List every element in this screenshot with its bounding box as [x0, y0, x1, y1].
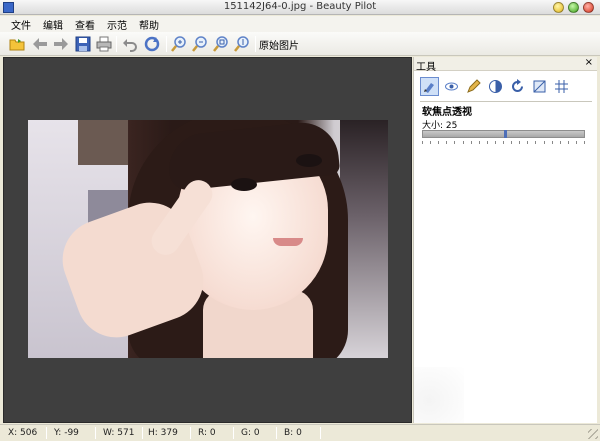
slider-tick [519, 141, 520, 144]
status-bar: X: 506 Y: -99 W: 571 H: 379 R: 0 G: 0 B:… [0, 424, 600, 441]
slider-tick [479, 141, 480, 144]
tool-buttons [420, 77, 574, 99]
eye-tool-icon[interactable] [442, 77, 461, 96]
tools-panel: 工具 × 软焦点透视 大小: 25 [413, 57, 597, 423]
zoom-in-icon[interactable] [170, 35, 188, 53]
slider-tick [495, 141, 496, 144]
blur-patch [414, 367, 464, 423]
status-b: B: 0 [284, 428, 302, 438]
resize-grip[interactable] [588, 429, 598, 439]
undo-icon[interactable] [121, 35, 139, 53]
rotate-tool-icon[interactable] [508, 77, 527, 96]
title-bar: 151142J64-0.jpg - Beauty Pilot [0, 0, 600, 15]
window-title: 151142J64-0.jpg - Beauty Pilot [223, 1, 377, 12]
slider-tick [568, 141, 569, 144]
menu-file[interactable]: 文件 [10, 17, 32, 32]
active-tool-name: 软焦点透视 [422, 107, 472, 118]
crop-tool-icon[interactable] [530, 77, 549, 96]
slider-tick [576, 141, 577, 144]
brush-tool-icon[interactable] [420, 77, 439, 96]
status-h: H: 379 [148, 428, 178, 438]
toolbar-separator [255, 36, 256, 52]
menu-view[interactable]: 查看 [74, 17, 96, 32]
grid-tool-icon[interactable] [552, 77, 571, 96]
redo-icon[interactable] [143, 35, 161, 53]
menu-demo[interactable]: 示范 [106, 17, 128, 32]
slider-tick [552, 141, 553, 144]
photo-image [28, 120, 388, 358]
menu-edit[interactable]: 编辑 [42, 17, 64, 32]
zoom-out-icon[interactable] [191, 35, 209, 53]
back-arrow-icon[interactable] [31, 35, 49, 53]
slider-tick [527, 141, 528, 144]
status-g: G: 0 [241, 428, 260, 438]
slider-tick [438, 141, 439, 144]
slider-tick [511, 141, 512, 144]
contrast-tool-icon[interactable] [486, 77, 505, 96]
status-x: X: 506 [8, 428, 38, 438]
toolbar: 原始图片 [0, 32, 600, 56]
print-icon[interactable] [95, 35, 113, 53]
size-slider[interactable] [422, 130, 585, 138]
slider-tick [503, 141, 504, 144]
slider-tick [535, 141, 536, 144]
minimize-button[interactable] [553, 2, 564, 13]
maximize-button[interactable] [568, 2, 579, 13]
close-button[interactable] [583, 2, 594, 13]
zoom-actual-icon[interactable] [233, 35, 251, 53]
menu-bar: 文件 编辑 查看 示范 帮助 [0, 16, 600, 32]
toolbar-separator [166, 36, 167, 52]
slider-tick [463, 141, 464, 144]
panel-divider [420, 101, 592, 102]
slider-tick [544, 141, 545, 144]
status-r: R: 0 [198, 428, 216, 438]
slider-tick [430, 141, 431, 144]
slider-tick [454, 141, 455, 144]
image-canvas[interactable] [3, 57, 412, 423]
slider-tick [471, 141, 472, 144]
slider-tick [560, 141, 561, 144]
forward-arrow-icon[interactable] [52, 35, 70, 53]
panel-header: 工具 × [414, 57, 597, 73]
status-w: W: 571 [103, 428, 135, 438]
original-image-button[interactable]: 原始图片 [259, 37, 299, 52]
slider-tick [487, 141, 488, 144]
toolbar-separator [116, 36, 117, 52]
menu-help[interactable]: 帮助 [138, 17, 160, 32]
pencil-tool-icon[interactable] [464, 77, 483, 96]
open-folder-icon[interactable] [8, 35, 26, 53]
slider-tick [584, 141, 585, 144]
slider-ticks [422, 141, 585, 145]
size-slider-thumb[interactable] [504, 130, 507, 138]
panel-close-icon[interactable]: × [585, 57, 593, 68]
zoom-fit-icon[interactable] [212, 35, 230, 53]
save-icon[interactable] [74, 35, 92, 53]
status-y: Y: -99 [54, 428, 79, 438]
panel-title: 工具 [416, 62, 436, 73]
slider-tick [446, 141, 447, 144]
slider-tick [422, 141, 423, 144]
